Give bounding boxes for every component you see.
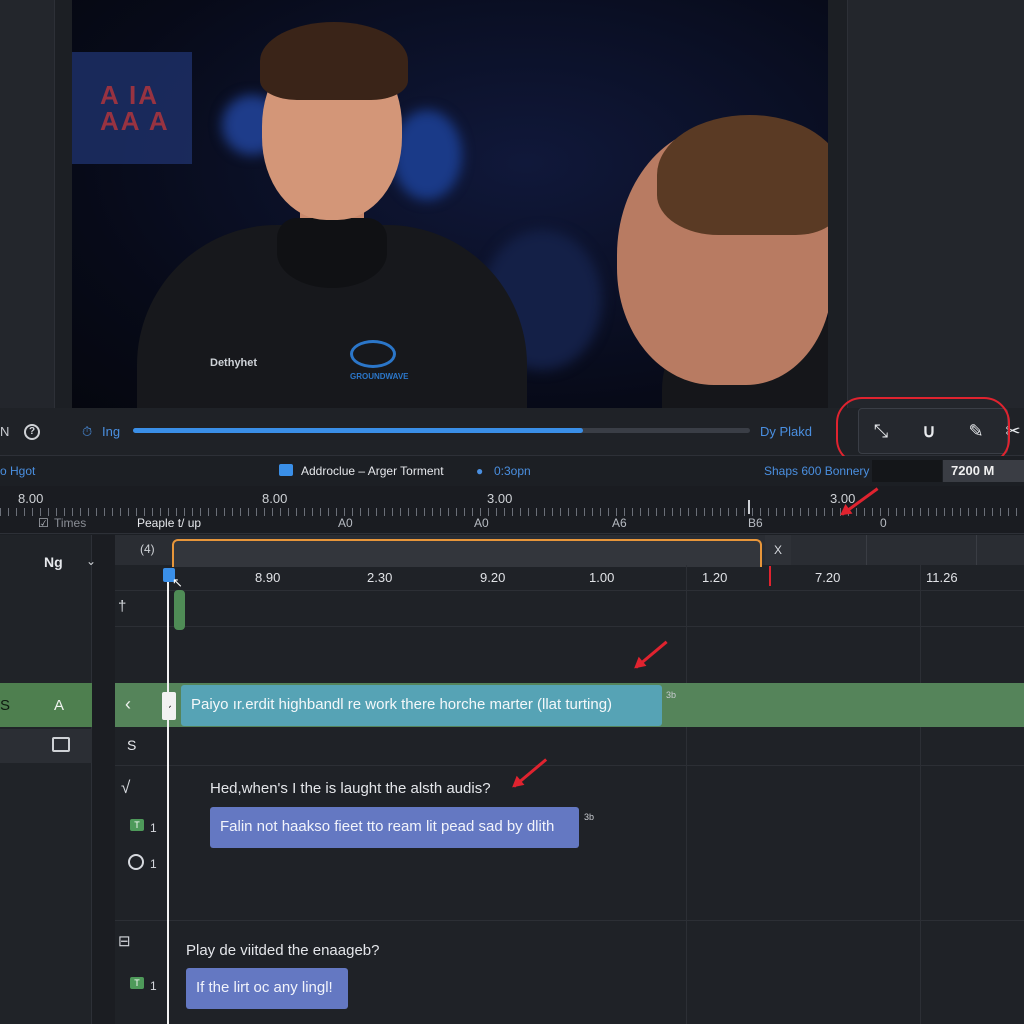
timecode: 9.20 xyxy=(480,570,506,585)
question-text: Play de viitded the enaageb? xyxy=(186,942,380,959)
track-divider xyxy=(115,765,1024,766)
audio-clip-marker[interactable] xyxy=(174,590,185,630)
size-field[interactable]: 7200 M xyxy=(943,460,1024,482)
out-marker[interactable] xyxy=(769,566,771,586)
ruler-marker xyxy=(748,500,750,514)
left-label: N xyxy=(0,424,10,439)
ruler-number: 3.00 xyxy=(487,491,513,506)
header-glyph: (4) xyxy=(140,542,155,556)
track-header-a[interactable] xyxy=(0,683,92,727)
timecode: 1.20 xyxy=(702,570,728,585)
shirt-logo-text: GROUNDWAVE xyxy=(350,372,409,381)
audio-wave-icon[interactable]: √ xyxy=(121,778,130,798)
help-icon[interactable]: ? xyxy=(24,424,40,440)
time-icon[interactable]: ⏱ xyxy=(82,424,92,440)
timecode: 2.30 xyxy=(367,570,393,585)
track-divider xyxy=(115,920,1024,921)
ruler-ticks xyxy=(0,508,1024,516)
ruler-mark: 0 xyxy=(880,516,887,530)
text-track-icon[interactable]: T xyxy=(130,819,144,831)
ruler-mark: B6 xyxy=(748,516,763,530)
chevron-left-icon[interactable]: ‹ xyxy=(125,694,131,715)
clip-handle[interactable]: ⌄ xyxy=(162,692,176,720)
question-text: Hed,when's I the is laught the alsth aud… xyxy=(210,780,491,797)
memory-label: Shaps 600 Bonnery xyxy=(764,464,870,478)
track-header-s[interactable] xyxy=(0,729,92,763)
ruler-mark: A0 xyxy=(338,516,353,530)
person-a-collar xyxy=(277,218,387,288)
grid-line xyxy=(686,565,687,1024)
track-divider xyxy=(115,590,1024,591)
timecode: 11.26 xyxy=(926,570,958,585)
memory-meter xyxy=(872,460,942,482)
user-time: 0:3opn xyxy=(494,464,531,478)
grid-line xyxy=(920,565,921,1024)
shirt-brand-text: Dethyhet xyxy=(210,357,258,369)
track-selector-label[interactable]: Ng xyxy=(44,554,63,570)
answer-clip[interactable]: If the lirt oc any lingl! xyxy=(186,968,348,1009)
marker-lane-icon[interactable]: † xyxy=(118,598,126,615)
chevron-down-icon[interactable]: ⌄ xyxy=(86,554,96,568)
track-count: 1 xyxy=(150,979,157,993)
answer-clip[interactable]: Falin not haakso fieet tto ream lit pead… xyxy=(210,807,579,848)
close-range-button[interactable]: X xyxy=(765,535,791,565)
project-folder-icon xyxy=(279,464,293,476)
track-count: 1 xyxy=(150,857,157,871)
background-light xyxy=(392,110,462,200)
clip-tag: 3b xyxy=(666,690,677,700)
times-label: Times xyxy=(54,516,87,530)
caption-track-icon[interactable] xyxy=(52,737,70,752)
ruler-mark: A0 xyxy=(474,516,489,530)
video-preview[interactable]: A IA AA A Dethyhet GROUNDWAVE xyxy=(72,0,828,408)
header-divider xyxy=(976,535,977,565)
track-headers xyxy=(0,535,92,1024)
playback-label[interactable]: Dy Plakd xyxy=(760,424,812,439)
timecode: 8.90 xyxy=(255,570,281,585)
text-track-icon[interactable]: T xyxy=(130,977,144,989)
info-left-label: o Hgot xyxy=(0,464,36,478)
ruler-number: 8.00 xyxy=(18,491,44,506)
shirt-logo-icon xyxy=(350,340,396,368)
keyframe-icon[interactable]: ⊟ xyxy=(118,932,131,950)
person-b-hair xyxy=(657,115,828,235)
timecode: 1.00 xyxy=(589,570,615,585)
track-divider xyxy=(115,626,1024,627)
times-icon: ☑ xyxy=(38,516,49,530)
header-divider xyxy=(866,535,867,565)
scrubber-progress xyxy=(133,428,584,433)
annotation-circle xyxy=(836,397,1010,465)
record-icon[interactable] xyxy=(128,854,144,870)
ruler-number: 3.00 xyxy=(830,491,856,506)
caption-clip[interactable]: Paiyo ır.erdit highbandl re work there h… xyxy=(181,685,662,726)
ruler-number: 8.00 xyxy=(262,491,288,506)
time-label: Ing xyxy=(102,424,121,439)
people-label: Peaple t/ up xyxy=(137,516,202,530)
track-s-label: S xyxy=(127,737,137,753)
timecode: 7.20 xyxy=(815,570,841,585)
background-sign: A IA AA A xyxy=(72,52,192,164)
in-out-range[interactable] xyxy=(172,539,762,567)
track-a-label: A xyxy=(54,697,65,714)
user-icon: ● xyxy=(476,464,484,478)
playhead-line[interactable] xyxy=(167,568,169,1024)
left-panel xyxy=(0,0,55,408)
project-title[interactable]: Addroclue – Arger Torment xyxy=(301,464,444,478)
right-panel xyxy=(847,0,1024,408)
track-a-left-label: S xyxy=(0,697,11,714)
ruler-mark: A6 xyxy=(612,516,627,530)
cursor-icon: ↖ xyxy=(172,575,183,590)
track-gutter xyxy=(92,535,115,1024)
person-a-hair xyxy=(260,22,408,100)
clip-tag: 3b xyxy=(584,812,595,822)
track-count: 1 xyxy=(150,821,157,835)
